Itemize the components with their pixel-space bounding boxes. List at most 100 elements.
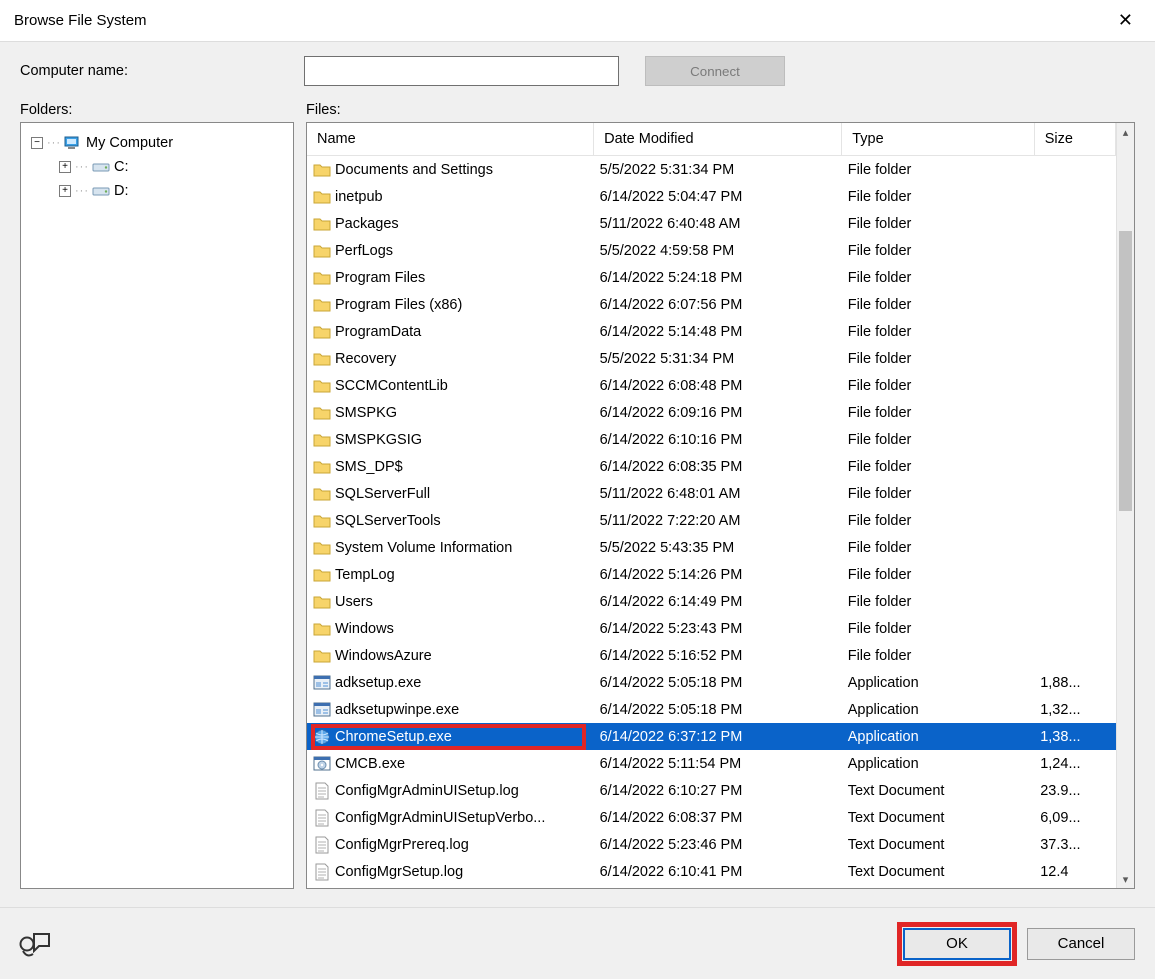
file-row[interactable]: SQLServerTools5/11/2022 7:22:20 AMFile f… [307, 507, 1116, 534]
file-size [1034, 156, 1115, 184]
file-row[interactable]: SCCMContentLib6/14/2022 6:08:48 PMFile f… [307, 372, 1116, 399]
file-row[interactable]: System Volume Information5/5/2022 5:43:3… [307, 534, 1116, 561]
folder-icon [313, 323, 331, 341]
folder-icon [313, 404, 331, 422]
file-size [1034, 237, 1115, 264]
file-name: Packages [335, 216, 399, 232]
file-name: ConfigMgrSetup.log [335, 864, 463, 880]
txt-icon [313, 863, 331, 881]
file-name: inetpub [335, 189, 383, 205]
close-icon[interactable]: ✕ [1110, 6, 1141, 35]
file-type: File folder [842, 345, 1035, 372]
scroll-up-icon[interactable]: ▴ [1117, 123, 1134, 141]
file-type: Application [842, 696, 1035, 723]
file-type: File folder [842, 210, 1035, 237]
file-date: 6/14/2022 5:23:46 PM [594, 831, 842, 858]
cancel-button[interactable]: Cancel [1027, 928, 1135, 960]
file-row[interactable]: Users6/14/2022 6:14:49 PMFile folder [307, 588, 1116, 615]
tree-drive[interactable]: +··· D: [27, 179, 287, 203]
file-date: 6/14/2022 5:14:26 PM [594, 561, 842, 588]
folder-icon [313, 593, 331, 611]
file-row[interactable]: ConfigMgrAdminUISetup.log6/14/2022 6:10:… [307, 777, 1116, 804]
folder-icon [313, 539, 331, 557]
file-row[interactable]: CMCB.exe6/14/2022 5:11:54 PMApplication1… [307, 750, 1116, 777]
ok-button[interactable]: OK [903, 928, 1011, 960]
tree-root[interactable]: − ··· My Computer [27, 131, 287, 155]
files-scroll[interactable]: Name Date Modified Type Size Documents a… [307, 123, 1116, 888]
folder-icon [313, 188, 331, 206]
scroll-thumb[interactable] [1119, 231, 1132, 511]
files-header-row[interactable]: Name Date Modified Type Size [307, 123, 1116, 156]
file-row[interactable]: SMSPKGSIG6/14/2022 6:10:16 PMFile folder [307, 426, 1116, 453]
col-date-header[interactable]: Date Modified [594, 123, 842, 156]
tree-expand-icon[interactable]: + [59, 161, 71, 173]
exe-disc-icon [313, 755, 331, 773]
vertical-scrollbar[interactable]: ▴ ▾ [1116, 123, 1134, 888]
tree-expand-icon[interactable]: + [59, 185, 71, 197]
file-date: 6/14/2022 5:05:18 PM [594, 669, 842, 696]
file-date: 6/14/2022 6:37:12 PM [594, 723, 842, 750]
file-row[interactable]: SMSPKG6/14/2022 6:09:16 PMFile folder [307, 399, 1116, 426]
file-name: CMCB.exe [335, 756, 405, 772]
file-row[interactable]: Program Files6/14/2022 5:24:18 PMFile fo… [307, 264, 1116, 291]
file-date: 5/11/2022 6:40:48 AM [594, 210, 842, 237]
file-size [1034, 588, 1115, 615]
file-row[interactable]: WindowsAzure6/14/2022 5:16:52 PMFile fol… [307, 642, 1116, 669]
titlebar: Browse File System ✕ [0, 0, 1155, 42]
file-name: ConfigMgrPrereq.log [335, 837, 469, 853]
connect-button: Connect [645, 56, 785, 86]
file-row[interactable]: ConfigMgrAdminUISetupVerbo...6/14/2022 6… [307, 804, 1116, 831]
computer-name-input[interactable] [304, 56, 619, 86]
file-row[interactable]: Packages 5/11/2022 6:40:48 AMFile folder [307, 210, 1116, 237]
file-type: File folder [842, 183, 1035, 210]
file-date: 6/14/2022 5:24:18 PM [594, 264, 842, 291]
file-row[interactable]: Windows6/14/2022 5:23:43 PMFile folder [307, 615, 1116, 642]
file-type: Application [842, 723, 1035, 750]
col-size-header[interactable]: Size [1034, 123, 1115, 156]
file-type: Text Document [842, 777, 1035, 804]
file-name: SQLServerTools [335, 513, 441, 529]
file-row[interactable]: TempLog6/14/2022 5:14:26 PMFile folder [307, 561, 1116, 588]
txt-icon [313, 782, 331, 800]
folder-icon [313, 512, 331, 530]
file-size [1034, 561, 1115, 588]
file-name: adksetupwinpe.exe [335, 702, 459, 718]
file-row[interactable]: Recovery5/5/2022 5:31:34 PMFile folder [307, 345, 1116, 372]
tree-drive[interactable]: +··· C: [27, 155, 287, 179]
file-row[interactable]: PerfLogs5/5/2022 4:59:58 PMFile folder [307, 237, 1116, 264]
feedback-icon[interactable] [16, 928, 52, 960]
col-type-header[interactable]: Type [842, 123, 1035, 156]
file-row[interactable]: ConfigMgrSetup.log6/14/2022 6:10:41 PMTe… [307, 858, 1116, 885]
file-row[interactable]: SQLServerFull5/11/2022 6:48:01 AMFile fo… [307, 480, 1116, 507]
file-row[interactable]: Program Files (x86)6/14/2022 6:07:56 PMF… [307, 291, 1116, 318]
scroll-track[interactable] [1117, 141, 1134, 870]
folders-tree-pane[interactable]: − ··· My Computer +··· C:+··· D: [20, 122, 294, 889]
file-row[interactable]: inetpub 6/14/2022 5:04:47 PMFile folder [307, 183, 1116, 210]
file-date: 6/14/2022 5:23:43 PM [594, 615, 842, 642]
folder-icon [313, 431, 331, 449]
file-date: 6/14/2022 6:10:16 PM [594, 426, 842, 453]
tree-collapse-icon[interactable]: − [31, 137, 43, 149]
file-date: 6/14/2022 6:08:48 PM [594, 372, 842, 399]
file-size [1034, 399, 1115, 426]
file-name: Windows [335, 621, 394, 637]
file-name: SQLServerFull [335, 486, 430, 502]
file-row[interactable]: ChromeSetup.exe6/14/2022 6:37:12 PMAppli… [307, 723, 1116, 750]
file-row[interactable]: Documents and Settings5/5/2022 5:31:34 P… [307, 156, 1116, 184]
file-row[interactable]: adksetup.exe6/14/2022 5:05:18 PMApplicat… [307, 669, 1116, 696]
file-row[interactable]: adksetupwinpe.exe6/14/2022 5:05:18 PMApp… [307, 696, 1116, 723]
file-date: 6/14/2022 5:04:47 PM [594, 183, 842, 210]
file-row[interactable]: ConfigMgrPrereq.log6/14/2022 5:23:46 PMT… [307, 831, 1116, 858]
tree-drive-label: C: [114, 159, 129, 175]
file-type: File folder [842, 480, 1035, 507]
footer: OK Cancel [0, 907, 1155, 979]
window-title: Browse File System [14, 12, 147, 29]
tree-connector: ··· [47, 137, 61, 149]
scroll-down-icon[interactable]: ▾ [1117, 870, 1134, 888]
file-row[interactable]: SMS_DP$6/14/2022 6:08:35 PMFile folder [307, 453, 1116, 480]
file-date: 5/5/2022 4:59:58 PM [594, 237, 842, 264]
col-name-header[interactable]: Name [307, 123, 594, 156]
file-type: File folder [842, 453, 1035, 480]
file-date: 5/11/2022 7:22:20 AM [594, 507, 842, 534]
file-row[interactable]: ProgramData6/14/2022 5:14:48 PMFile fold… [307, 318, 1116, 345]
